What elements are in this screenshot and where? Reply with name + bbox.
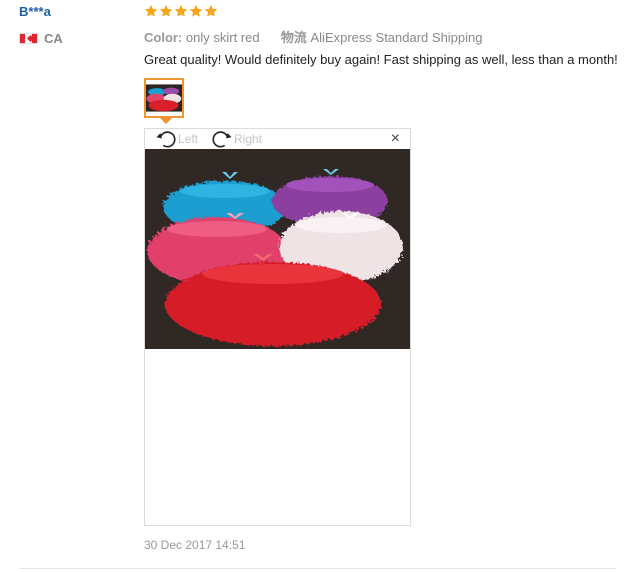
rotate-left-button[interactable]: Left <box>155 129 198 149</box>
review-divider <box>19 568 616 569</box>
viewer-toolbar: Left Right × <box>145 129 410 149</box>
order-info: Color: only skirt red 物流 AliExpress Stan… <box>144 27 483 46</box>
thumbnail-pointer <box>160 118 172 124</box>
rotate-right-label: Right <box>234 132 263 146</box>
review-photo-thumbnail[interactable] <box>144 78 184 118</box>
rotate-left-icon <box>156 131 176 148</box>
reviewer-name[interactable]: B***a <box>19 4 51 19</box>
canada-flag-icon <box>19 33 38 44</box>
review-date: 30 Dec 2017 14:51 <box>144 538 246 552</box>
reviewer-country: CA <box>44 31 63 46</box>
star-icon <box>174 4 188 17</box>
rotate-left-label: Left <box>178 132 199 146</box>
star-icon <box>189 4 203 17</box>
star-rating <box>144 4 218 18</box>
review-photo <box>145 149 410 349</box>
close-viewer-button[interactable]: × <box>391 131 400 147</box>
star-icon <box>159 4 173 17</box>
image-viewer: Left Right × <box>144 128 411 526</box>
shipping-value: AliExpress Standard Shipping <box>310 30 483 45</box>
star-icon <box>144 4 158 17</box>
review-text: Great quality! Would definitely buy agai… <box>144 52 618 67</box>
rotate-right-icon <box>212 131 232 148</box>
tutu-skirts-thumbnail-image <box>146 84 182 112</box>
color-label: Color: <box>144 30 183 45</box>
shipping-label: 物流 <box>280 30 307 45</box>
close-icon: × <box>390 130 400 147</box>
rotate-right-button[interactable]: Right <box>211 129 262 149</box>
color-value: only skirt red <box>185 30 260 45</box>
star-icon <box>204 4 218 17</box>
